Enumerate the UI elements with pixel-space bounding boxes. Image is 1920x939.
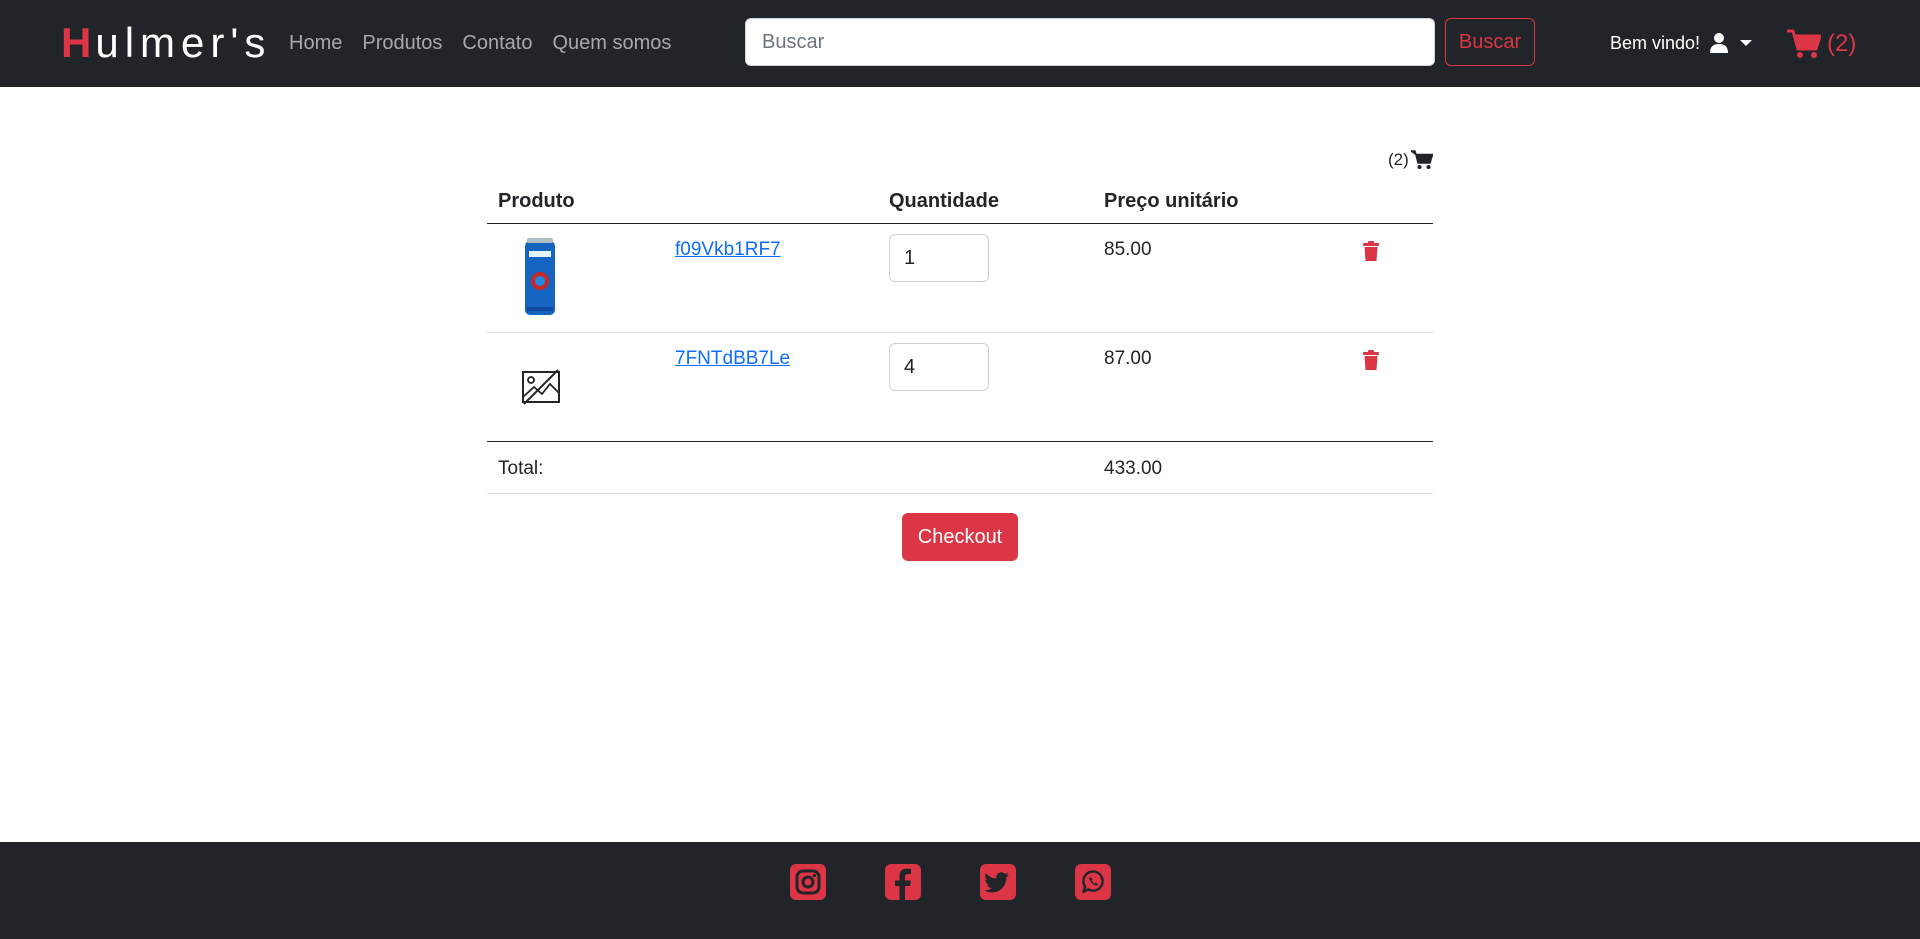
footer xyxy=(0,842,1920,939)
user-menu[interactable]: Bem vindo! xyxy=(1610,30,1753,56)
row-divider xyxy=(487,332,1433,333)
header-product: Produto xyxy=(498,190,575,212)
brand-name: ulmer's xyxy=(95,19,272,66)
cart-summary-badge: (2) xyxy=(1388,146,1433,174)
trash-icon[interactable] xyxy=(1363,241,1379,261)
nav-links: Home Produtos Contato Quem somos xyxy=(289,30,671,56)
trash-icon[interactable] xyxy=(1363,350,1379,370)
navbar: Hulmer's Home Produtos Contato Quem somo… xyxy=(0,0,1920,87)
quantity-input[interactable] xyxy=(889,343,989,391)
cart-icon xyxy=(1787,29,1821,58)
unit-price: 85.00 xyxy=(1104,239,1152,260)
quantity-input[interactable] xyxy=(889,234,989,282)
nav-produtos[interactable]: Produtos xyxy=(362,30,442,56)
twitter-icon[interactable] xyxy=(980,864,1016,900)
whatsapp-icon[interactable] xyxy=(1075,864,1111,900)
user-icon xyxy=(1710,33,1729,53)
beer-can-image xyxy=(525,238,555,315)
product-link[interactable]: 7FNTdBB7Le xyxy=(675,347,790,371)
total-divider xyxy=(487,441,1433,442)
facebook-icon[interactable] xyxy=(885,864,921,900)
unit-price: 87.00 xyxy=(1104,348,1152,369)
header-quantity: Quantidade xyxy=(889,190,1000,212)
cart-count: (2) xyxy=(1827,30,1857,57)
product-link[interactable]: f09Vkb1RF7 xyxy=(675,238,781,262)
search-button[interactable]: Buscar xyxy=(1445,18,1535,66)
image-placeholder-icon xyxy=(522,369,560,405)
nav-home[interactable]: Home xyxy=(289,30,342,56)
nav-quem-somos[interactable]: Quem somos xyxy=(552,30,671,56)
brand-initial: H xyxy=(61,19,96,66)
chevron-down-icon xyxy=(1740,40,1753,46)
total-label: Total: xyxy=(498,458,544,479)
cart-nav-button[interactable]: (2) xyxy=(1787,24,1856,64)
cart-badge-count: (2) xyxy=(1388,150,1409,169)
total-value: 433.00 xyxy=(1104,458,1163,479)
brand-logo[interactable]: Hulmer's xyxy=(61,18,271,68)
header-unit-price: Preço unitário xyxy=(1104,190,1239,212)
instagram-icon[interactable] xyxy=(790,864,826,900)
search-input[interactable] xyxy=(745,18,1435,66)
checkout-button[interactable]: Checkout xyxy=(902,513,1018,561)
cart-icon xyxy=(1410,150,1433,169)
header-divider xyxy=(487,223,1433,224)
row-divider xyxy=(487,493,1433,494)
welcome-text: Bem vindo! xyxy=(1610,33,1701,53)
nav-contato[interactable]: Contato xyxy=(462,30,532,56)
